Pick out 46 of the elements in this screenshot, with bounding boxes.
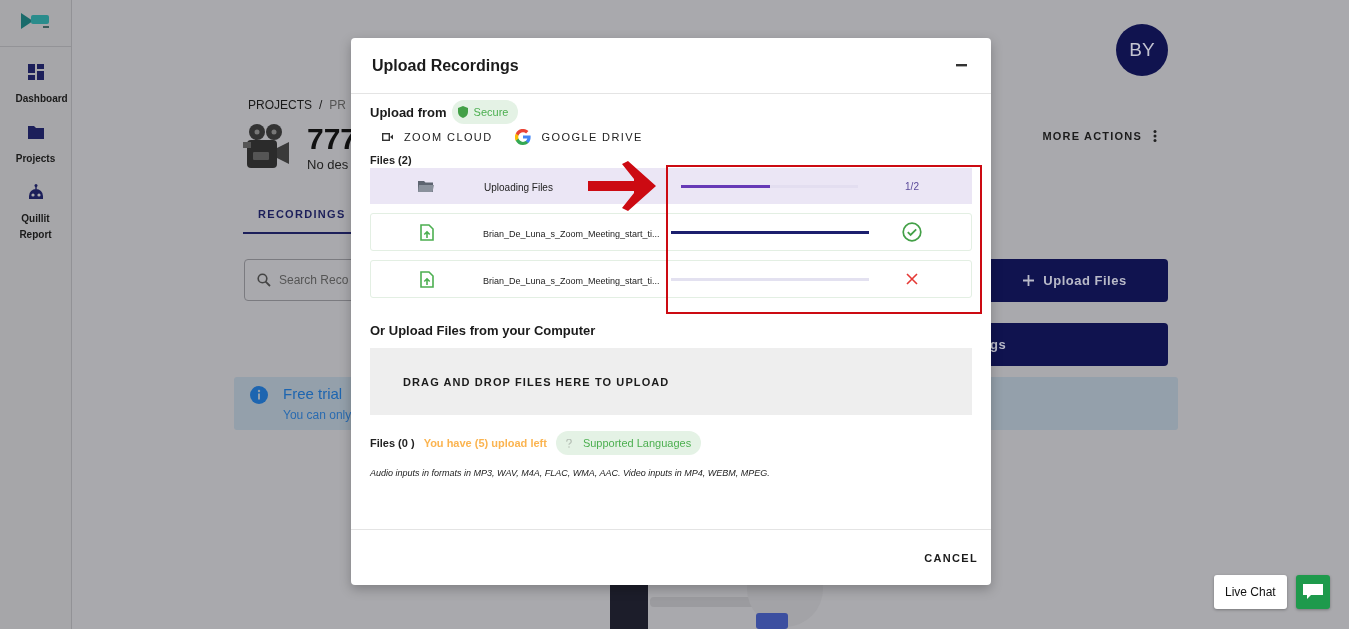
chat-bubble-icon — [1302, 584, 1323, 600]
section-heading: Or Upload Files from your Computer — [370, 323, 597, 338]
summary-label: Uploading Files — [484, 182, 553, 193]
minimize-icon — [956, 64, 967, 67]
dialog-title: Upload Recordings — [372, 56, 519, 75]
google-g-icon — [514, 129, 531, 145]
secure-badge: Secure — [451, 100, 519, 124]
breadcrumb-link[interactable]: PROJECTS — [248, 98, 312, 112]
live-chat-button[interactable]: Live Chat — [1214, 575, 1287, 609]
file-upload-icon — [420, 270, 434, 288]
file-name: Brian_De_Luna_s_Zoom_Meeting_start_ti... — [483, 276, 660, 286]
banner-text: You can only — [283, 408, 352, 422]
annotation-arrow — [588, 161, 656, 211]
chat-button[interactable] — [1295, 575, 1330, 609]
drop-zone[interactable]: DRAG AND DROP FILES HERE TO UPLOAD — [370, 348, 972, 415]
user-avatar[interactable]: BY — [1116, 24, 1168, 76]
file-name: Brian_De_Luna_s_Zoom_Meeting_start_ti... — [483, 229, 660, 239]
upload-count: 1/2 — [905, 180, 919, 192]
section-label: Upload from — [370, 104, 447, 120]
folder-icon — [418, 179, 434, 193]
sidebar-item[interactable]: Projects — [3, 124, 68, 167]
dashboard-icon — [27, 64, 44, 80]
video-camera-icon — [382, 133, 393, 141]
more-actions-button[interactable]: MORE ACTIONS — [1042, 130, 1157, 142]
project-description: No des — [307, 156, 350, 172]
source-button[interactable]: ZOOM CLOUD — [382, 126, 493, 148]
robot-icon — [27, 184, 44, 200]
more-vertical-icon — [1153, 130, 1157, 142]
breadcrumb-separator: / — [319, 98, 323, 112]
format-note: Audio inputs in formats in MP3, WAV, M4A, FLAC, WMA, AAC. Video inputs in MP4, WEBM, MPEG. — [370, 468, 771, 478]
sidebar-item[interactable]: Dashboard — [3, 64, 68, 107]
shield-icon — [457, 106, 468, 118]
banner-title: Free trial — [283, 386, 344, 402]
help-icon — [565, 438, 572, 448]
plus-icon — [1023, 275, 1035, 286]
source-button[interactable]: GOOGLE DRIVE — [514, 126, 643, 148]
files-heading: Files (2) — [370, 154, 413, 166]
sidebar-item[interactable]: Quillit Report — [3, 184, 68, 243]
uploads-left-text: You have (5) upload left — [423, 437, 547, 449]
files-count: Files (0 ) — [370, 437, 415, 449]
logo-icon — [20, 11, 51, 31]
cancel-button[interactable]: CANCEL — [924, 551, 978, 564]
folder-icon — [27, 124, 44, 140]
search-icon — [257, 273, 271, 287]
file-upload-icon — [420, 223, 434, 241]
info-icon — [250, 386, 268, 404]
